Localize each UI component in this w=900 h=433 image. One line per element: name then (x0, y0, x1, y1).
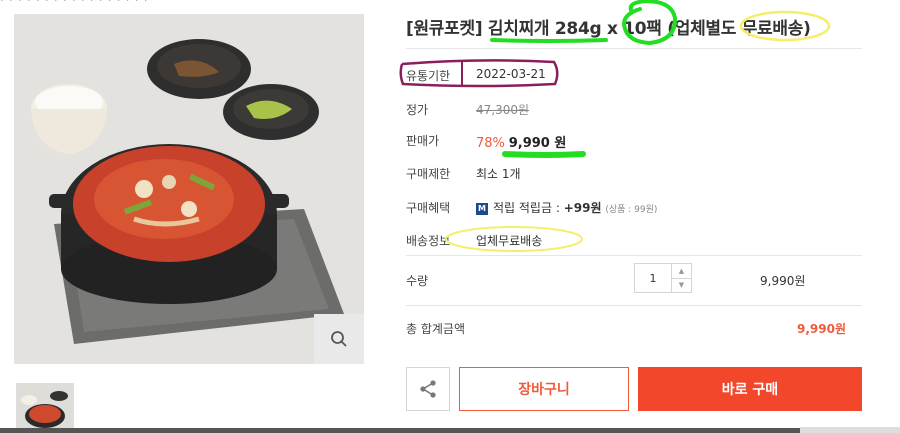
purchase-limit-label: 구매제한 (406, 167, 451, 181)
shipping-value: 업체무료배송 (476, 234, 543, 248)
total-label: 총 합계금액 (406, 322, 466, 336)
benefit-points: +99원 (563, 201, 602, 215)
chevron-down-icon[interactable]: ▼ (672, 279, 691, 293)
add-to-cart-button[interactable]: 장바구니 (459, 367, 629, 411)
buy-now-button[interactable]: 바로 구매 (638, 367, 862, 411)
sale-price-value: 9,990 원 (508, 136, 567, 151)
total-value: 9,990원 (797, 322, 846, 336)
product-main-image (14, 14, 364, 364)
quantity-price: 9,990원 (760, 274, 806, 288)
purchase-limit-value: 최소 1개 (476, 167, 521, 181)
stew-photo-illustration (14, 14, 364, 364)
expiry-label: 유통기한 (406, 69, 451, 83)
window-bottom-edge-right (800, 427, 900, 433)
highlight-underline (490, 38, 608, 43)
shipping-label: 배송정보 (406, 234, 451, 248)
share-button[interactable] (406, 367, 450, 411)
list-price-label: 정가 (406, 103, 429, 117)
expiry-value: 2022-03-21 (476, 67, 546, 81)
benefit-note: (상품 : 99원) (605, 205, 658, 215)
mileage-badge-icon: M (476, 202, 488, 215)
divider (406, 255, 862, 256)
quantity-stepper[interactable]: ▲ ▼ (634, 263, 692, 293)
highlight-underline (502, 151, 586, 158)
benefit-text: 적립 적립금 : (493, 201, 560, 215)
benefit-label: 구매혜택 (406, 201, 451, 215)
sale-price-label: 판매가 (406, 134, 440, 148)
divider (406, 48, 862, 49)
search-icon (331, 331, 347, 347)
zoom-button[interactable] (314, 314, 364, 364)
product-title: [원큐포켓] 김치찌개 284g x 10팩 (업체별도 무료배송) (406, 19, 811, 39)
chevron-up-icon[interactable]: ▲ (672, 264, 691, 279)
share-icon (420, 380, 436, 398)
quantity-label: 수량 (406, 274, 429, 288)
stew-thumbnail-illustration (17, 384, 73, 432)
product-thumbnail[interactable] (16, 383, 74, 433)
window-bottom-edge (0, 428, 900, 433)
breadcrumb: · · · · · · · · · · · · · · · · · (0, 0, 149, 7)
discount-rate: 78% (476, 136, 505, 151)
quantity-input[interactable] (635, 264, 671, 292)
list-price-value: 47,300원 (476, 103, 530, 117)
divider (406, 305, 862, 306)
